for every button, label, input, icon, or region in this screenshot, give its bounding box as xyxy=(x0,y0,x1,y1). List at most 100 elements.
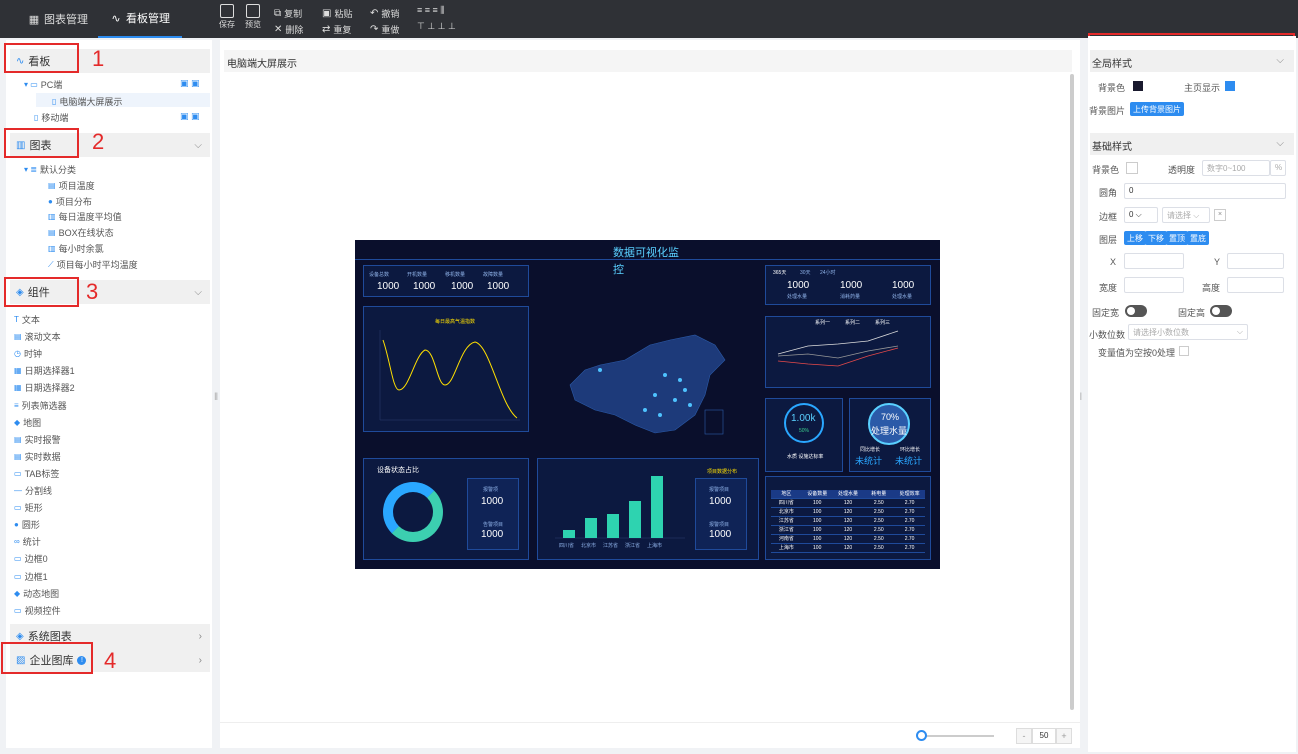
height-input[interactable] xyxy=(1227,277,1284,293)
decimals-select[interactable]: 请选择小数位数 ⌵ xyxy=(1128,324,1248,340)
dashboard-preview[interactable]: 数据可视化监控 设备总数 开机数量 移机数量 故障数量 1000 1000 10… xyxy=(355,240,940,569)
paste-button[interactable]: ▣ 粘贴 xyxy=(322,7,352,20)
opacity-input[interactable]: 数字0~100 xyxy=(1202,160,1270,176)
border-clear-icon[interactable]: × xyxy=(1214,209,1226,221)
water-percent: 70% xyxy=(881,412,900,422)
component-item[interactable]: ● 圆形 xyxy=(14,518,40,531)
vertical-scrollbar[interactable] xyxy=(1070,74,1074,710)
component-item[interactable]: ▭ 边框1 xyxy=(14,570,48,583)
label-y: Y xyxy=(1214,257,1221,267)
tab-chart-management[interactable]: ▦ 图表管理 xyxy=(28,0,88,38)
add-file-icon[interactable]: ▣ ▣ xyxy=(180,111,200,122)
layer-button[interactable]: 上移 xyxy=(1124,231,1146,245)
chart-item[interactable]: ⟋ 项目每小时平均温度 xyxy=(48,258,138,271)
component-icon: — xyxy=(14,486,22,495)
chevron-down-icon: ⌵ xyxy=(194,286,202,298)
china-map xyxy=(569,334,726,435)
table-cell: 上海市 xyxy=(778,545,794,551)
component-icon: ≡ xyxy=(14,400,19,410)
section-basic-style[interactable]: 基础样式 ⌵ xyxy=(1090,133,1294,155)
align-horizontal-icons[interactable]: ≡ ≡ ≡ ⫼ xyxy=(417,5,444,16)
donut-chart xyxy=(383,482,443,542)
component-item[interactable]: ◷ 时钟 xyxy=(14,347,42,360)
component-item[interactable]: ▭ 矩形 xyxy=(14,501,43,514)
redo-button[interactable]: ↷ 重做 xyxy=(370,23,399,36)
fixed-width-toggle[interactable] xyxy=(1125,305,1147,317)
chart-item[interactable]: ▤ 项目温度 xyxy=(48,179,95,192)
tree-item-category[interactable]: ▾ ≣ 默认分类 xyxy=(24,163,76,176)
bg-color-picker[interactable] xyxy=(1133,81,1143,91)
add-file-icon[interactable]: ▣ ▣ xyxy=(180,78,200,89)
tab-board-management[interactable]: ∿ 看板管理 xyxy=(98,0,182,38)
delete-button[interactable]: ✕ 删除 xyxy=(274,23,303,36)
border-width-select[interactable]: 0 ⌵ xyxy=(1124,207,1158,223)
layer-button[interactable]: 下移 xyxy=(1145,231,1167,245)
table-cell: 地区 xyxy=(781,491,792,497)
component-item[interactable]: ▦ 日期选择器2 xyxy=(14,381,75,394)
stats-tab[interactable]: 365天 xyxy=(773,269,786,276)
border-style-select[interactable]: 请选择 ⌵ xyxy=(1162,207,1210,223)
save-icon xyxy=(220,4,234,18)
component-item[interactable]: ▤ 实时报警 xyxy=(14,433,61,446)
radius-input[interactable]: 0 xyxy=(1124,183,1286,199)
component-item[interactable]: ▦ 日期选择器1 xyxy=(14,364,75,377)
tree-item-mobile[interactable]: ▯ 移动端 xyxy=(34,111,68,124)
label-height: 高度 xyxy=(1202,283,1221,293)
reset-button[interactable]: ⇄ 重复 xyxy=(322,23,351,36)
chart-item[interactable]: ● 项目分布 xyxy=(48,195,92,208)
width-input[interactable] xyxy=(1124,277,1184,293)
bar-category-label: 四川省 xyxy=(559,543,575,549)
tree-item-pc[interactable]: ▾ ▭ PC端 xyxy=(24,78,62,91)
chart-item[interactable]: ▤ BOX在线状态 xyxy=(48,226,114,239)
side-value: 1000 xyxy=(481,496,504,507)
stats-tab[interactable]: 30天 xyxy=(800,269,811,276)
chevron-down-icon: ⌵ xyxy=(1236,327,1243,336)
stats-tab[interactable]: 24小时 xyxy=(820,269,836,276)
section-global-style[interactable]: 全局样式 ⌵ xyxy=(1090,50,1294,72)
null-zero-checkbox[interactable] xyxy=(1179,346,1189,356)
component-item[interactable]: ∞ 统计 xyxy=(14,535,41,548)
align-vertical-icons[interactable]: ⊤ ⊥ ⊥ ⊥ xyxy=(417,21,456,32)
left-splitter[interactable]: ‖ xyxy=(214,392,218,403)
component-item[interactable]: ≡ 列表筛选器 xyxy=(14,399,67,412)
table-cell: 2.50 xyxy=(873,527,884,533)
zoom-input[interactable]: 50 xyxy=(1032,728,1056,744)
undo-button[interactable]: ↶ 撤销 xyxy=(370,7,399,20)
pie-icon: ● xyxy=(48,197,53,206)
table-cell: 2.50 xyxy=(873,545,884,551)
layer-button[interactable]: 置底 xyxy=(1187,231,1209,245)
component-item[interactable]: ◆ 地图 xyxy=(14,416,41,429)
component-item[interactable]: T 文本 xyxy=(14,313,40,326)
fixed-height-toggle[interactable] xyxy=(1210,305,1232,317)
x-input[interactable] xyxy=(1124,253,1184,269)
paste-icon: ▣ xyxy=(322,8,332,19)
component-icon: ◷ xyxy=(14,349,21,359)
preview-button[interactable]: 预览 xyxy=(242,4,264,30)
zoom-slider-track[interactable] xyxy=(920,735,994,737)
component-item[interactable]: ◆ 动态地图 xyxy=(14,587,59,600)
zoom-plus-button[interactable]: + xyxy=(1056,728,1072,744)
component-item[interactable]: ▭ TAB标签 xyxy=(14,467,59,480)
save-button[interactable]: 保存 xyxy=(216,4,238,30)
component-item[interactable]: ▤ 滚动文本 xyxy=(14,330,61,343)
chevron-down-icon: ⌵ xyxy=(194,139,202,151)
table-cell: 北京市 xyxy=(778,509,794,515)
home-show-checkbox[interactable] xyxy=(1225,81,1235,91)
table-cell: 120 xyxy=(843,500,853,506)
component-item[interactable]: ▭ 视频控件 xyxy=(14,604,61,617)
copy-button[interactable]: ⧉ 复制 xyxy=(274,7,302,20)
stat-value: 1000 xyxy=(451,281,474,292)
component-item[interactable]: ▭ 边框0 xyxy=(14,552,48,565)
upload-bg-button[interactable]: 上传背景图片 xyxy=(1130,102,1184,116)
component-item[interactable]: — 分割线 xyxy=(14,484,52,497)
bg-color-picker[interactable] xyxy=(1126,162,1138,174)
tree-item-pc-screen[interactable]: ▯ 电脑端大屏展示 xyxy=(52,95,122,108)
chart-item[interactable]: ▥ 每小时余氯 xyxy=(48,242,104,255)
y-input[interactable] xyxy=(1227,253,1284,269)
zoom-slider-handle[interactable] xyxy=(916,730,927,741)
component-item[interactable]: ▤ 实时数据 xyxy=(14,450,61,463)
zoom-minus-button[interactable]: - xyxy=(1016,728,1032,744)
phone-icon: ▯ xyxy=(34,113,39,122)
layer-button[interactable]: 置顶 xyxy=(1166,231,1188,245)
chart-item[interactable]: ▥ 每日温度平均值 xyxy=(48,210,122,223)
